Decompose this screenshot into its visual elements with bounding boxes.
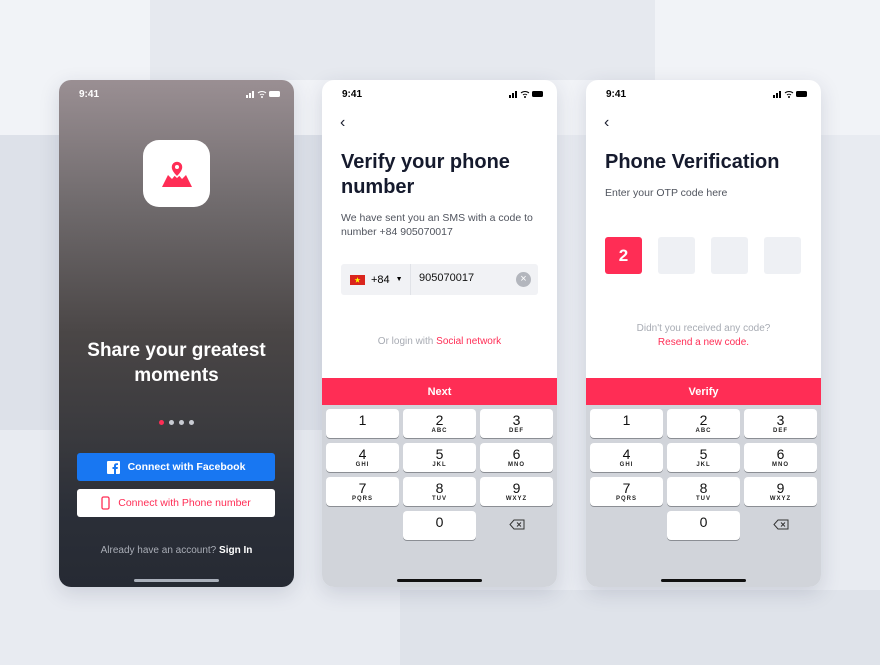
resend-block: Didn't you received any code? Resend a n… — [586, 322, 821, 350]
country-code-select[interactable]: +84 ▼ — [341, 264, 411, 295]
alt-login-row: Or login with Social network — [322, 336, 557, 347]
key-0[interactable]: 0 — [403, 511, 476, 540]
next-button[interactable]: Next — [322, 378, 557, 405]
phone-number-input[interactable]: 905070017 — [419, 272, 474, 284]
key-2[interactable]: 2 ABC — [667, 409, 740, 438]
key-5[interactable]: 5 JKL — [667, 443, 740, 472]
back-chevron-icon[interactable]: ‹ — [604, 114, 609, 132]
numeric-keypad: 1 2 ABC 3 DEF 4 GHI 5 JKL 6 MNO 7 PQRS 8 TUV 9 WXYZ 0 — [322, 405, 557, 587]
phone-button-label: Connect with Phone number — [118, 497, 251, 509]
status-icons — [246, 90, 280, 98]
signal-wifi-battery-icon — [773, 91, 807, 98]
chevron-down-icon: ▼ — [395, 276, 403, 283]
facebook-icon — [106, 460, 120, 474]
key-1[interactable]: 1 — [590, 409, 663, 438]
page-indicator[interactable] — [159, 420, 194, 425]
key-8[interactable]: 8 TUV — [403, 477, 476, 506]
numeric-keypad: 1 2 ABC 3 DEF 4 GHI 5 JKL 6 MNO 7 PQRS 8 TUV 9 WXYZ 0 — [586, 405, 821, 587]
key-2[interactable]: 2 ABC — [403, 409, 476, 438]
key-9[interactable]: 9 WXYZ — [480, 477, 553, 506]
otp-digit-1[interactable]: 2 — [605, 237, 642, 274]
otp-digit-3[interactable] — [711, 237, 748, 274]
page-title: Verify your phone number — [341, 151, 510, 198]
status-time: 9:41 — [342, 89, 363, 100]
social-network-link[interactable]: Social network — [436, 336, 501, 347]
key-0[interactable]: 0 — [667, 511, 740, 540]
key-6[interactable]: 6 MNO — [480, 443, 553, 472]
back-chevron-icon[interactable]: ‹ — [340, 114, 345, 132]
key-8[interactable]: 8 TUV — [667, 477, 740, 506]
country-code: +84 — [371, 273, 390, 286]
not-received-text: Didn't you received any code? — [636, 323, 771, 334]
status-time: 9:41 — [79, 89, 100, 100]
location-pin-icon — [161, 160, 192, 187]
facebook-button-label: Connect with Facebook — [127, 461, 246, 473]
signal-wifi-battery-icon — [509, 91, 543, 98]
signal-wifi-battery-icon — [246, 91, 280, 98]
background-block — [400, 590, 880, 665]
phone-icon — [101, 496, 110, 510]
otp-verification-screen: 9:41 ‹ Phone Verification Enter your OTP… — [586, 80, 821, 587]
resend-link[interactable]: Resend a new code. — [586, 336, 821, 350]
connect-phone-button[interactable]: Connect with Phone number — [77, 489, 275, 517]
backspace-icon[interactable] — [773, 519, 789, 530]
key-1[interactable]: 1 — [326, 409, 399, 438]
home-indicator — [134, 579, 219, 582]
key-3[interactable]: 3 DEF — [744, 409, 817, 438]
signin-link[interactable]: Sign In — [219, 545, 252, 556]
verify-button[interactable]: Verify — [586, 378, 821, 405]
headline: Share your greatest moments — [87, 340, 266, 386]
otp-subtitle: Enter your OTP code here — [605, 187, 728, 199]
background-block — [150, 0, 655, 80]
key-6[interactable]: 6 MNO — [744, 443, 817, 472]
connect-facebook-button[interactable]: Connect with Facebook — [77, 453, 275, 481]
signin-prompt: Already have an account? — [100, 545, 217, 556]
phone-input-group: +84 ▼ 905070017 × — [341, 264, 538, 295]
welcome-screen: 9:41 Share your greatest moments Connect… — [59, 80, 294, 587]
status-icons — [509, 90, 543, 98]
key-3[interactable]: 3 DEF — [480, 409, 553, 438]
sms-description: We have sent you an SMS with a code to n… — [341, 212, 533, 238]
key-4[interactable]: 4 GHI — [590, 443, 663, 472]
otp-digit-4[interactable] — [764, 237, 801, 274]
page-title: Phone Verification — [605, 151, 780, 173]
app-logo — [143, 140, 210, 207]
key-7[interactable]: 7 PQRS — [326, 477, 399, 506]
key-9[interactable]: 9 WXYZ — [744, 477, 817, 506]
home-indicator — [397, 579, 482, 582]
signin-row: Already have an account? Sign In — [59, 545, 294, 556]
status-time: 9:41 — [606, 89, 627, 100]
key-5[interactable]: 5 JKL — [403, 443, 476, 472]
backspace-icon[interactable] — [509, 519, 525, 530]
otp-digit-2[interactable] — [658, 237, 695, 274]
alt-login-prefix: Or login with — [377, 336, 434, 347]
verify-phone-screen: 9:41 ‹ Verify your phone number We have … — [322, 80, 557, 587]
home-indicator — [661, 579, 746, 582]
vietnam-flag-icon — [350, 274, 365, 285]
key-7[interactable]: 7 PQRS — [590, 477, 663, 506]
status-icons — [773, 90, 807, 98]
clear-icon[interactable]: × — [516, 272, 531, 287]
key-4[interactable]: 4 GHI — [326, 443, 399, 472]
